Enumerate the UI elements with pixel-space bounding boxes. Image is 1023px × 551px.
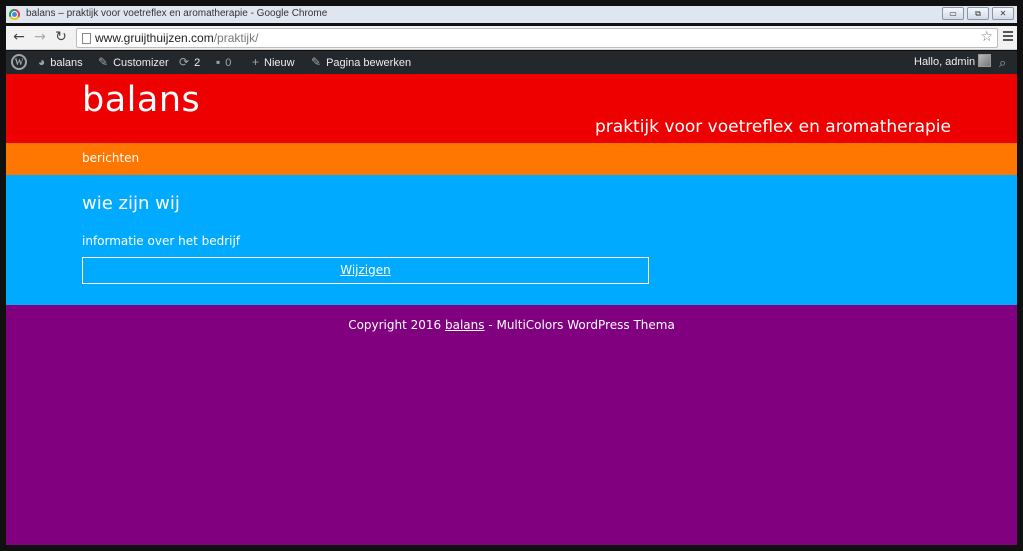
footer-prefix: Copyright 2016 (348, 318, 445, 332)
edit-link-box: Wijzigen (82, 257, 649, 284)
updates-icon: ⟳ (179, 55, 190, 69)
minimize-button[interactable]: ▭ (942, 7, 964, 20)
site-footer: Copyright 2016 balans - MultiColors Word… (6, 305, 1017, 545)
adminbar-edit-page[interactable]: ✎ Pagina bewerken (311, 51, 411, 74)
chrome-menu-icon[interactable] (1003, 31, 1013, 43)
new-label: Nieuw (264, 57, 295, 69)
back-icon[interactable]: ← (11, 29, 27, 45)
chrome-logo-icon (9, 9, 20, 20)
adminbar-account[interactable]: Hallo, admin (914, 51, 992, 74)
url-text[interactable]: www.gruijthuijzen.com/praktijk/ (95, 31, 258, 45)
pencil-icon: ✎ (311, 55, 322, 69)
edit-page-label: Pagina bewerken (326, 57, 412, 69)
page-content: wie zijn wij informatie over het bedrijf… (6, 175, 1017, 305)
browser-toolbar: ← → ↻ www.gruijthuijzen.com/praktijk/ ☆ (6, 26, 1017, 50)
plus-icon: + (252, 55, 260, 69)
adminbar-new[interactable]: + Nieuw (252, 51, 295, 74)
bookmark-star-icon[interactable]: ☆ (980, 29, 993, 45)
edit-link[interactable]: Wijzigen (340, 263, 391, 277)
url-host: www.gruijthuijzen.com (95, 31, 214, 45)
site-page: balans praktijk voor voetreflex en aroma… (6, 74, 1017, 545)
site-navigation: berichten (6, 143, 1017, 175)
dashboard-icon: ◕ (38, 55, 46, 69)
site-title[interactable]: balans (82, 80, 200, 120)
comments-count: 0 (225, 57, 232, 69)
page-title: wie zijn wij (82, 193, 180, 214)
customizer-label: Customizer (113, 57, 169, 69)
adminbar-comments[interactable]: ▪ 0 (216, 51, 231, 74)
page-icon (82, 33, 91, 44)
greeting-label: Hallo, admin (914, 56, 976, 68)
comment-icon: ▪ (216, 55, 221, 69)
window-title: balans – praktijk voor voetreflex en aro… (26, 8, 328, 19)
address-bar[interactable]: www.gruijthuijzen.com/praktijk/ ☆ (76, 28, 998, 48)
close-button[interactable]: ✕ (992, 7, 1014, 20)
browser-window: balans – praktijk voor voetreflex en aro… (0, 0, 1023, 551)
footer-copyright: Copyright 2016 balans - MultiColors Word… (6, 318, 1017, 332)
footer-suffix: - MultiColors WordPress Thema (484, 318, 675, 332)
url-path: /praktijk/ (213, 31, 259, 45)
site-tagline: praktijk voor voetreflex en aromatherapi… (595, 117, 951, 137)
adminbar-site-name[interactable]: ◕ balans (38, 51, 83, 74)
brush-icon: ✎ (98, 55, 109, 69)
avatar (978, 54, 992, 67)
page-text: informatie over het bedrijf (82, 234, 241, 248)
wordpress-logo-icon[interactable]: W (11, 54, 27, 70)
reload-icon[interactable]: ↻ (53, 29, 69, 45)
adminbar-site-label: balans (50, 57, 83, 69)
updates-count: 2 (194, 57, 201, 69)
restore-button[interactable]: ⧉ (967, 7, 989, 20)
window-titlebar: balans – praktijk voor voetreflex en aro… (6, 6, 1017, 23)
wp-admin-bar: W ◕ balans ✎ Customizer ⟳ 2 ▪ 0 + Nieuw ✎ Pagi… (6, 51, 1017, 74)
adminbar-customizer[interactable]: ✎ Customizer (98, 51, 169, 74)
nav-item-berichten[interactable]: berichten (82, 151, 139, 165)
adminbar-updates[interactable]: ⟳ 2 (179, 51, 200, 74)
footer-site-link[interactable]: balans (445, 318, 485, 332)
forward-icon[interactable]: → (32, 29, 48, 45)
search-icon[interactable]: ⌕ (999, 51, 1006, 74)
site-header: balans praktijk voor voetreflex en aroma… (6, 74, 1017, 143)
